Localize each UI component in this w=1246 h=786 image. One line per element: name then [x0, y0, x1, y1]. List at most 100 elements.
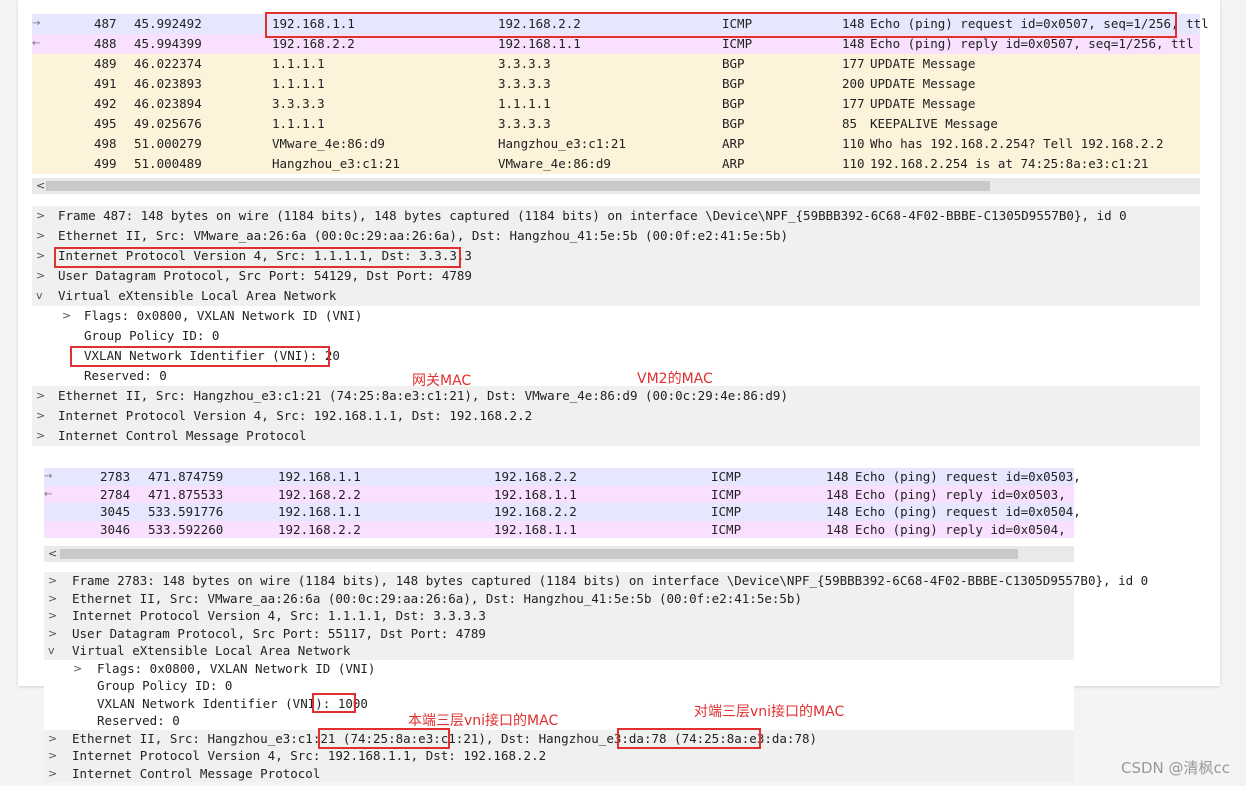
- packet-len: 177: [842, 96, 865, 111]
- detail-row[interactable]: > Internet Control Message Protocol: [44, 764, 1074, 783]
- scrollbar-thumb[interactable]: [46, 181, 990, 191]
- detail-row[interactable]: > Internet Protocol Version 4, Src: 192.1…: [32, 406, 1200, 426]
- detail-row[interactable]: > Internet Protocol Version 4, Src: 192.1…: [44, 747, 1074, 765]
- packet-proto: BGP: [722, 96, 745, 111]
- expand-chevron-icon[interactable]: >: [48, 765, 57, 783]
- packet-row[interactable]: 3046 533.592260 192.168.2.2 192.168.1.1 ICMP…: [44, 520, 1074, 538]
- packet-no: 2783: [100, 469, 131, 484]
- detail-row[interactable]: > Flags: 0x0800, VXLAN Network ID (VNI): [44, 659, 1074, 678]
- expand-chevron-icon[interactable]: >: [48, 625, 57, 643]
- detail-text: User Datagram Protocol, Src Port: 55117,…: [72, 625, 486, 641]
- packet-row[interactable]: 491 46.023893 1.1.1.1 3.3.3.3 BGP 200 UPDATE M…: [32, 74, 1200, 94]
- detail-row[interactable]: Group Policy ID: 0: [44, 677, 1074, 695]
- expand-chevron-icon[interactable]: >: [73, 660, 82, 678]
- packet-len: 85: [842, 116, 858, 131]
- packet-info: UPDATE Message: [870, 96, 976, 111]
- expand-chevron-icon[interactable]: >: [36, 206, 45, 226]
- detail-row[interactable]: > Internet Protocol Version 4, Src: 1.1.1…: [44, 607, 1074, 625]
- packet-row[interactable]: 3045 533.591776 192.168.1.1 192.168.2.2 ICMP…: [44, 503, 1081, 521]
- packet-dst: 1.1.1.1: [498, 96, 551, 111]
- packet-src: 3.3.3.3: [272, 96, 325, 111]
- expand-chevron-icon[interactable]: >: [48, 607, 57, 625]
- detail-row[interactable]: Group Policy ID: 0: [32, 326, 1200, 346]
- detail-text: Internet Protocol Version 4, Src: 1.1.1.…: [72, 608, 486, 623]
- packet-info: Who has 192.168.2.254? Tell 192.168.2.2: [870, 136, 1164, 151]
- packet-info: Echo (ping) request id=0x0504,: [855, 504, 1081, 519]
- expand-chevron-icon[interactable]: >: [36, 246, 45, 266]
- scrollbar-thumb[interactable]: [60, 549, 1018, 559]
- watermark: CSDN @清枫cc: [1120, 759, 1230, 777]
- packet-info: Echo (ping) request id=0x0503,: [855, 469, 1081, 484]
- expand-chevron-icon[interactable]: >: [36, 426, 45, 446]
- detail-row[interactable]: > User Datagram Protocol, Src Port: 55117…: [44, 624, 1074, 643]
- bottom-horizontal-scrollbar[interactable]: <: [44, 546, 1074, 562]
- packet-row[interactable]: ← 2784 471.875533 192.168.2.2 192.168.1.1 ICM…: [44, 485, 1074, 503]
- detail-row[interactable]: v Virtual eXtensible Local Area Network: [44, 642, 1074, 660]
- packet-row[interactable]: → 2783 471.874759 192.168.1.1 192.168.2.2 ICM…: [44, 468, 1081, 486]
- detail-text: Flags: 0x0800, VXLAN Network ID (VNI): [97, 660, 376, 676]
- detail-row[interactable]: Reserved: 0: [44, 712, 1074, 730]
- detail-row[interactable]: > User Datagram Protocol, Src Port: 54129…: [32, 266, 1200, 286]
- expand-chevron-icon[interactable]: >: [48, 590, 57, 608]
- detail-text: Reserved: 0: [84, 368, 167, 383]
- packet-dst: 192.168.2.2: [494, 504, 577, 519]
- packet-row[interactable]: 492 46.023894 3.3.3.3 1.1.1.1 BGP 177 UPDATE M…: [32, 94, 1200, 114]
- detail-text: Reserved: 0: [97, 713, 180, 728]
- note-local-vni-mac: 本端三层vni接口的MAC: [408, 713, 559, 729]
- top-horizontal-scrollbar[interactable]: <: [32, 178, 1200, 194]
- packet-proto: ICMP: [711, 486, 742, 502]
- packet-src: 192.168.1.1: [278, 504, 361, 519]
- packet-time: 45.992492: [134, 16, 202, 31]
- expand-chevron-icon[interactable]: >: [48, 730, 57, 748]
- detail-row[interactable]: > Ethernet II, Src: Hangzhou_e3:c1:21 (74…: [32, 386, 1200, 406]
- highlight-icmp-request-row: [265, 12, 1177, 38]
- expand-chevron-icon[interactable]: >: [36, 386, 45, 406]
- expand-chevron-icon[interactable]: >: [48, 747, 57, 765]
- packet-time: 49.025676: [134, 116, 202, 131]
- collapse-chevron-icon[interactable]: v: [36, 286, 43, 306]
- collapse-chevron-icon[interactable]: v: [48, 642, 55, 660]
- detail-text: User Datagram Protocol, Src Port: 54129,…: [58, 268, 472, 283]
- scroll-left-icon[interactable]: <: [48, 546, 57, 562]
- detail-row[interactable]: v Virtual eXtensible Local Area Network: [32, 286, 1200, 306]
- highlight-vni-20: [70, 346, 330, 367]
- packet-no: 492: [94, 96, 117, 111]
- packet-info: UPDATE Message: [870, 76, 976, 91]
- packet-len: 148: [826, 486, 849, 502]
- packet-dst: Hangzhou_e3:c1:21: [498, 136, 626, 151]
- packet-len: 177: [842, 56, 865, 71]
- detail-text: Frame 2783: 148 bytes on wire (1184 bits…: [72, 573, 1149, 588]
- expand-chevron-icon[interactable]: >: [36, 226, 45, 246]
- detail-text: Flags: 0x0800, VXLAN Network ID (VNI): [84, 308, 363, 323]
- detail-row[interactable]: VXLAN Network Identifier (VNI): 1000: [44, 694, 1074, 712]
- detail-row[interactable]: > Internet Control Message Protocol: [32, 426, 1200, 446]
- scroll-left-icon[interactable]: <: [36, 178, 45, 194]
- expand-chevron-icon[interactable]: >: [36, 406, 45, 426]
- packet-row[interactable]: 498 51.000279 VMware_4e:86:d9 Hangzhou_e3:c…: [32, 134, 1200, 154]
- detail-row[interactable]: > Ethernet II, Src: VMware_aa:26:6a (00:0…: [32, 226, 1200, 246]
- packet-row[interactable]: 495 49.025676 1.1.1.1 3.3.3.3 BGP 85 KEEPALIVE…: [32, 114, 1200, 134]
- detail-row[interactable]: > Frame 2783: 148 bytes on wire (1184 bit…: [44, 572, 1148, 590]
- expand-chevron-icon[interactable]: >: [62, 306, 71, 326]
- detail-row[interactable]: > Flags: 0x0800, VXLAN Network ID (VNI): [32, 306, 1200, 326]
- detail-row[interactable]: Reserved: 0: [32, 366, 1200, 386]
- packet-len: 110: [842, 136, 865, 151]
- packet-time: 46.022374: [134, 56, 202, 71]
- detail-row[interactable]: > Ethernet II, Src: VMware_aa:26:6a (00:0…: [44, 589, 1074, 608]
- packet-src: VMware_4e:86:d9: [272, 136, 385, 151]
- expand-chevron-icon[interactable]: >: [48, 572, 57, 590]
- highlight-remote-mac: [617, 728, 761, 749]
- packet-time: 46.023894: [134, 96, 202, 111]
- packet-src: 192.168.2.2: [278, 521, 361, 537]
- detail-row[interactable]: > Ethernet II, Src: Hangzhou_e3:c1:21 (74…: [44, 729, 1074, 748]
- packet-no: 487: [94, 16, 117, 31]
- packet-time: 533.591776: [148, 504, 224, 519]
- packet-dst: 192.168.2.2: [494, 469, 577, 484]
- packet-src: 192.168.1.1: [278, 469, 361, 484]
- packet-row[interactable]: 489 46.022374 1.1.1.1 3.3.3.3 BGP 177 UPDATE M…: [32, 54, 1200, 74]
- expand-chevron-icon[interactable]: >: [36, 266, 45, 286]
- packet-arrow: ←: [44, 488, 53, 500]
- packet-row[interactable]: 499 51.000489 Hangzhou_e3:c1:21 VMware_4e:8…: [32, 154, 1200, 174]
- detail-row[interactable]: > Frame 487: 148 bytes on wire (1184 bits…: [32, 206, 1200, 226]
- top-packet-details: > Frame 487: 148 bytes on wire (1184 bits…: [32, 206, 1200, 446]
